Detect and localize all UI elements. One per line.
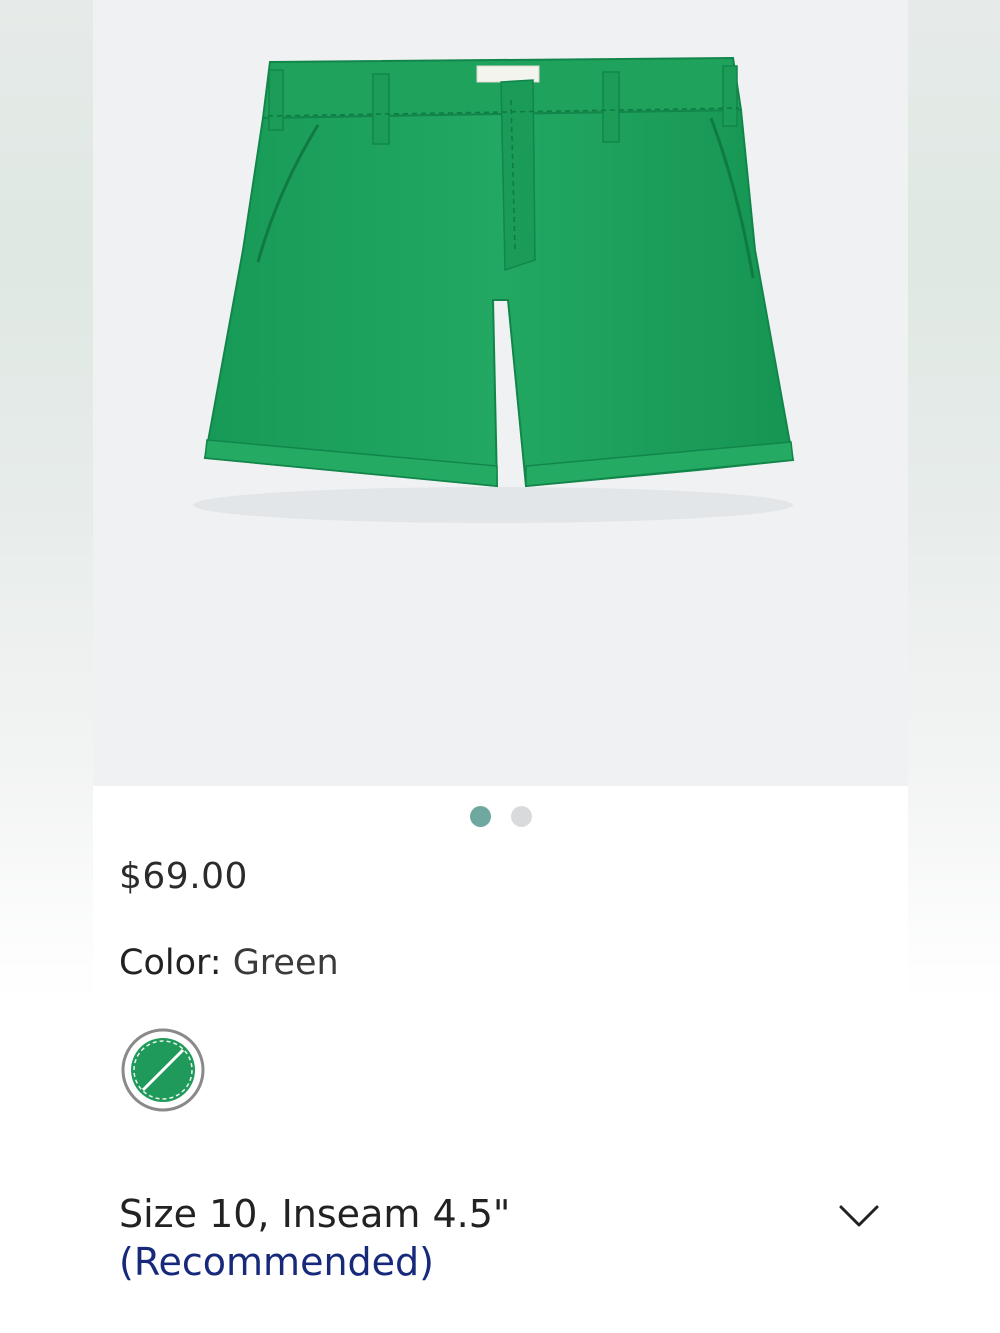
product-image[interactable]	[93, 0, 908, 786]
color-swatch-icon[interactable]	[121, 1028, 205, 1112]
carousel-indicator	[470, 806, 532, 827]
right-backdrop	[908, 0, 1000, 1333]
left-backdrop	[0, 0, 93, 1333]
chevron-down-icon[interactable]	[838, 1198, 880, 1232]
color-selection-label: Color: Green	[119, 943, 339, 983]
product-panel: $69.00 Color: Green Size 10, Inseam 4.5"…	[93, 0, 908, 1333]
page: $69.00 Color: Green Size 10, Inseam 4.5"…	[0, 0, 1000, 1333]
size-selector[interactable]: Size 10, Inseam 4.5" (Recommended)	[119, 1190, 819, 1286]
color-value: Green	[221, 943, 339, 983]
carousel-dot-2[interactable]	[511, 806, 532, 827]
color-label: Color:	[119, 943, 222, 983]
product-price: $69.00	[119, 856, 248, 897]
recommended-tag: (Recommended)	[119, 1240, 434, 1284]
selected-size: Size 10, Inseam 4.5"	[119, 1192, 511, 1236]
carousel-dot-1[interactable]	[470, 806, 491, 827]
green-shorts-illustration	[193, 56, 795, 523]
